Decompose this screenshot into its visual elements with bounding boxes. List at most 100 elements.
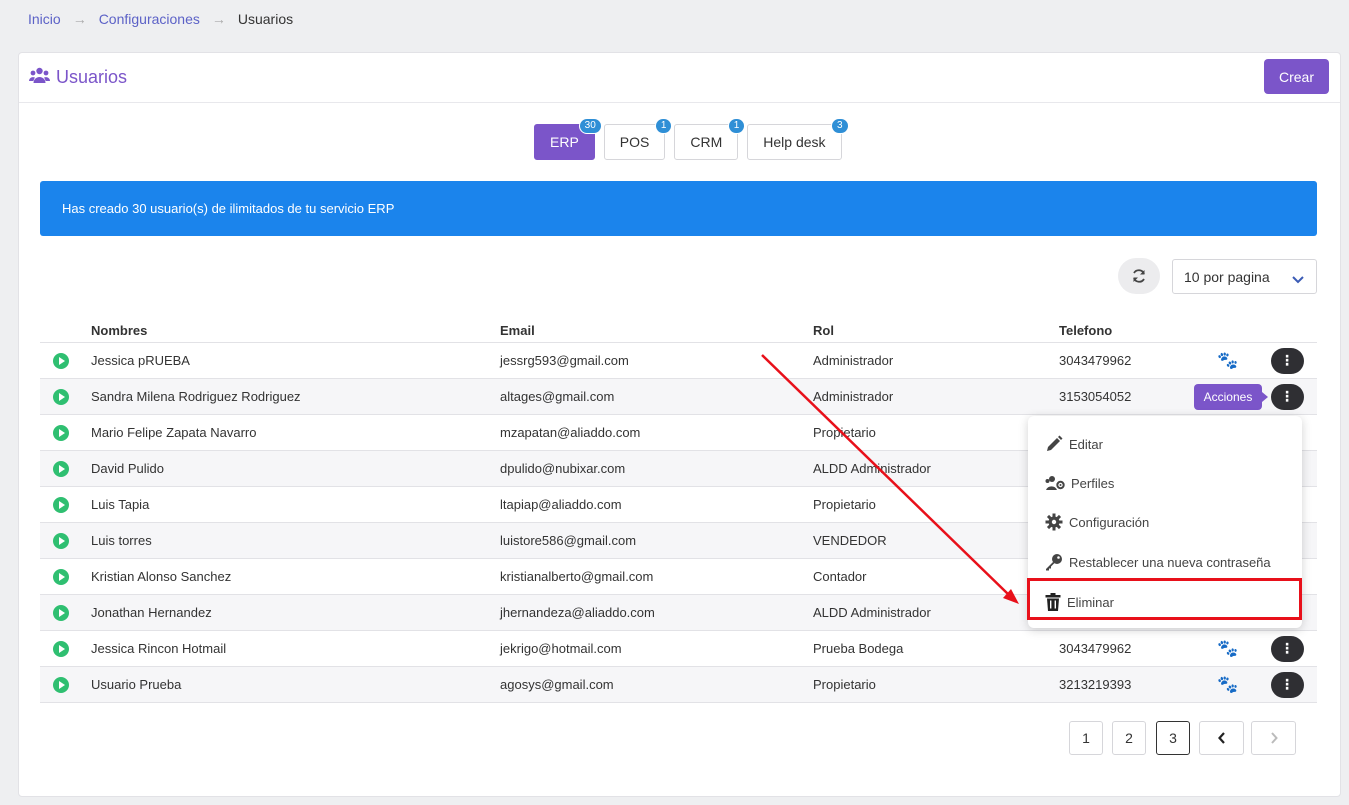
user-name: Jessica pRUEBA [91, 342, 500, 379]
actions-button[interactable]: ⋮ [1270, 383, 1304, 410]
breadcrumb-config[interactable]: Configuraciones [99, 11, 200, 27]
page-title: Usuarios [29, 67, 127, 88]
play-icon[interactable] [53, 460, 69, 477]
user-email: mzapatan@aliaddo.com [500, 414, 813, 451]
user-phone: 3043479962 [1059, 342, 1199, 379]
user-name: Kristian Alonso Sanchez [91, 558, 500, 595]
menu-item-label: Configuración [1069, 514, 1150, 530]
play-icon[interactable] [53, 532, 69, 549]
breadcrumb-separator: → [211, 11, 226, 27]
play-icon[interactable] [53, 388, 69, 405]
tab-label: POS [619, 134, 650, 150]
table-header-row: Nombres Email Rol Telefono [40, 318, 1317, 343]
highlight-box [1027, 578, 1302, 620]
table-row: Usuario Prueba agosys@gmail.com Propietari… [40, 666, 1317, 703]
tab-erp[interactable]: ERP 30 [534, 118, 602, 160]
user-role: Prueba Bodega [813, 630, 1059, 667]
user-role: Propietario [813, 414, 1059, 451]
user-role: Contador [813, 558, 1059, 595]
key-icon [1046, 554, 1062, 571]
user-role: VENDEDOR [813, 522, 1059, 559]
menu-item-label: Editar [1069, 436, 1103, 452]
actions-tooltip: Acciones [1194, 384, 1268, 410]
gear-icon [1045, 513, 1063, 531]
page-button-3[interactable]: 3 [1156, 721, 1190, 755]
user-email: agosys@gmail.com [500, 666, 813, 703]
tab-crm[interactable]: CRM 1 [674, 118, 746, 160]
count-badge: 30 [578, 118, 602, 134]
user-role: Propietario [813, 666, 1059, 703]
paw-icon[interactable]: 🐾 [1217, 351, 1238, 370]
menu-item-label: Perfiles [1071, 475, 1115, 491]
play-icon[interactable] [53, 676, 69, 693]
tab-pos[interactable]: POS 1 [603, 118, 673, 160]
user-role: Administrador [813, 342, 1059, 379]
play-icon[interactable] [53, 352, 69, 369]
chevron-left-icon [1217, 732, 1225, 744]
column-header-role: Rol [813, 318, 1059, 343]
user-name: Usuario Prueba [91, 666, 500, 703]
play-icon[interactable] [53, 640, 69, 657]
user-phone: 3153054052 [1059, 378, 1199, 415]
user-name: Mario Felipe Zapata Navarro [91, 414, 500, 451]
prev-page-button[interactable] [1199, 721, 1244, 755]
breadcrumb-home[interactable]: Inicio [28, 11, 61, 27]
page-button-1[interactable]: 1 [1069, 721, 1103, 755]
next-page-button[interactable] [1251, 721, 1296, 755]
tab-help-desk[interactable]: Help desk 3 [747, 118, 849, 160]
column-header-phone: Telefono [1059, 318, 1199, 343]
refresh-icon [1133, 269, 1145, 283]
menu-item-reset-password[interactable]: Restablecer una nueva contraseña [1045, 550, 1271, 574]
table-row: Sandra Milena Rodriguez Rodriguez altages… [40, 378, 1317, 415]
count-badge: 1 [727, 118, 746, 134]
menu-item-edit[interactable]: Editar [1045, 432, 1103, 456]
user-role: ALDD Administrador [813, 594, 1059, 631]
page-title-text: Usuarios [56, 67, 128, 87]
user-email: jekrigo@hotmail.com [500, 630, 813, 667]
play-icon[interactable] [53, 424, 69, 441]
user-role: ALDD Administrador [813, 450, 1059, 487]
tab-label: CRM [690, 134, 723, 150]
chevron-right-icon [1270, 732, 1278, 744]
card-header: Usuarios Crear [19, 53, 1340, 103]
annotation-arrow [761, 354, 1019, 604]
user-email: luistore586@gmail.com [500, 522, 813, 559]
user-email: jhernandeza@aliaddo.com [500, 594, 813, 631]
column-header-names: Nombres [91, 318, 500, 343]
user-email: ltapiap@aliaddo.com [500, 486, 813, 523]
user-name: Jonathan Hernandez [91, 594, 500, 631]
refresh-button[interactable] [1118, 258, 1160, 294]
tab-label: ERP [550, 134, 579, 150]
actions-button[interactable]: ⋮ [1270, 635, 1304, 662]
page-button-2[interactable]: 2 [1112, 721, 1146, 755]
user-phone: 3043479962 [1059, 630, 1199, 667]
breadcrumb: Inicio → Configuraciones → Usuarios [28, 11, 293, 27]
menu-item-profiles[interactable]: Perfiles [1045, 471, 1114, 495]
user-email: kristianalberto@gmail.com [500, 558, 813, 595]
user-phone: 3213219393 [1059, 666, 1199, 703]
per-page-select[interactable]: 10 por pagina [1172, 259, 1317, 294]
chevron-down-icon [1292, 271, 1304, 287]
table-row: Jessica pRUEBA jessrg593@gmail.com Adminis… [40, 342, 1317, 379]
tab-label: Help desk [763, 134, 826, 150]
user-email: altages@gmail.com [500, 378, 813, 415]
users-card: Usuarios Crear ERP 30 POS 1 CRM 1 Help desk… [18, 52, 1341, 797]
info-alert: Has creado 30 usuario(s) de ilimitados d… [40, 181, 1317, 236]
count-badge: 1 [654, 118, 673, 134]
actions-button[interactable]: ⋮ [1270, 347, 1304, 374]
count-badge: 3 [830, 118, 849, 134]
play-icon[interactable] [53, 568, 69, 585]
user-email: dpulido@nubixar.com [500, 450, 813, 487]
user-role: Administrador [813, 378, 1059, 415]
user-name: Luis Tapia [91, 486, 500, 523]
paw-icon[interactable]: 🐾 [1217, 675, 1238, 694]
actions-button[interactable]: ⋮ [1270, 671, 1304, 698]
play-icon[interactable] [53, 496, 69, 513]
paw-icon[interactable]: 🐾 [1217, 639, 1238, 658]
users-icon [29, 67, 50, 88]
create-button[interactable]: Crear [1264, 59, 1329, 94]
menu-item-config[interactable]: Configuración [1045, 510, 1149, 534]
user-name: Sandra Milena Rodriguez Rodriguez [91, 378, 500, 415]
play-icon[interactable] [53, 604, 69, 621]
user-name: David Pulido [91, 450, 500, 487]
